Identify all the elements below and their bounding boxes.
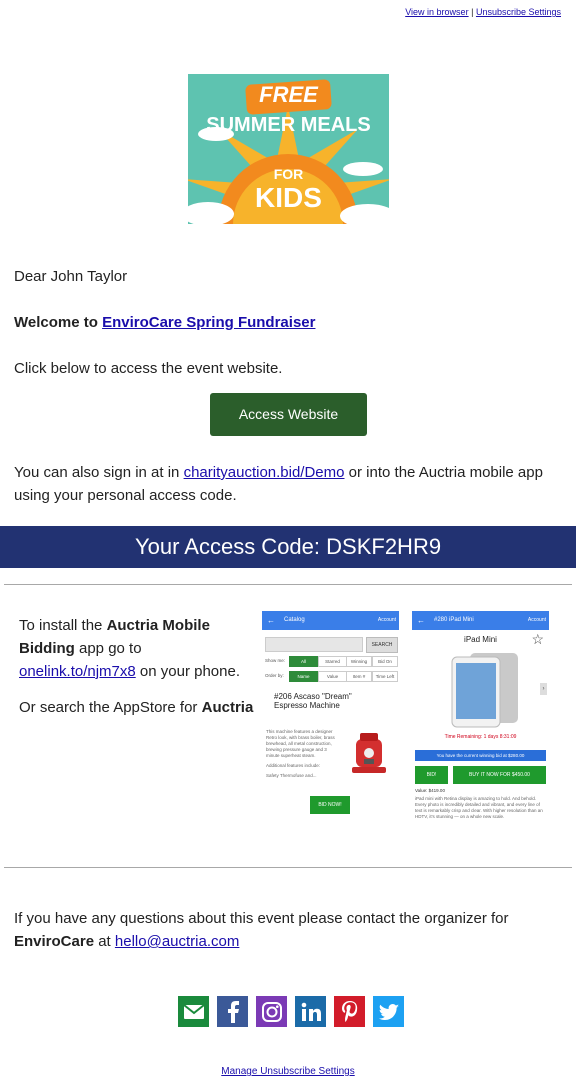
appstore-text: Or search the AppStore for xyxy=(19,699,198,716)
welcome-prefix: Welcome to xyxy=(14,314,98,331)
catalog-title: Catalog xyxy=(284,617,305,623)
welcome-line: Welcome to EnviroCare Spring Fundraiser xyxy=(14,311,315,334)
show-chip-bid-on: Bid On xyxy=(372,656,398,667)
catalog-search-field xyxy=(265,637,363,652)
catalog-screenshot: ← Catalog Account SEARCH Show me: All St… xyxy=(262,611,399,825)
banner-summer-meals: SUMMER MEALS xyxy=(206,114,371,136)
time-remaining: Time Remaining: 1 days 8:31:09 xyxy=(444,734,517,740)
charityauction-link[interactable]: charityauction.bid/Demo xyxy=(184,464,345,481)
divider-bottom xyxy=(4,867,572,868)
espresso-desc-3: Safety Thermofuse and... xyxy=(266,773,317,778)
espresso-desc-2: Additional features include: xyxy=(266,763,321,768)
chevron-right-icon: › xyxy=(540,683,547,695)
contact-text: If you have any questions about this eve… xyxy=(14,907,562,953)
install-text-b: app go to xyxy=(79,640,142,657)
ipad-item-name: iPad Mini xyxy=(464,635,497,644)
greeting: Dear John Taylor xyxy=(14,268,128,285)
show-chip-all: All xyxy=(289,656,318,667)
buy-now-button-preview: BUY IT NOW FOR $450.00 xyxy=(453,766,546,784)
banner-free: FREE xyxy=(259,82,318,107)
espresso-machine-image xyxy=(352,733,386,773)
organizer-email-link[interactable]: hello@auctria.com xyxy=(115,933,239,950)
signin-text: You can also sign in at in charityauctio… xyxy=(14,461,562,507)
ipad-description: iPad mini with Retina display is amazing… xyxy=(415,796,543,819)
unsubscribe-settings-link[interactable]: Unsubscribe Settings xyxy=(476,7,561,17)
email-icon[interactable] xyxy=(178,996,209,1027)
order-chip-item: Item # xyxy=(346,671,372,682)
click-below-text: Click below to access the event website. xyxy=(14,360,283,377)
onelink-link[interactable]: onelink.to/njm7x8 xyxy=(19,663,136,680)
back-arrow-icon: ← xyxy=(267,616,275,625)
access-code-label: Your Access Code: xyxy=(134,534,321,559)
contact-org: EnviroCare xyxy=(14,933,95,950)
bid-now-button-preview: BID NOW! xyxy=(310,796,350,814)
access-code-value: DSKF2HR9 xyxy=(326,534,442,559)
banner-for: FOR xyxy=(273,166,304,182)
ipad-title: #280 iPad Mini xyxy=(434,617,474,623)
view-in-browser-link[interactable]: View in browser xyxy=(405,7,468,17)
banner-kids: KIDS xyxy=(255,182,322,213)
ipad-mini-screenshot: ← #280 iPad Mini Account iPad Mini ☆ › T… xyxy=(412,611,549,825)
show-me-label: Show me: xyxy=(265,658,286,663)
install-text-c: on your phone. xyxy=(139,663,240,680)
ipad-image xyxy=(451,653,518,728)
contact-at: at xyxy=(98,933,111,950)
espresso-item-description: This machine features a designer Retro l… xyxy=(266,729,340,779)
footer: Manage Unsubscribe Settings xyxy=(0,1066,576,1077)
pinterest-icon[interactable] xyxy=(334,996,365,1027)
show-chip-starred: Starred xyxy=(318,656,347,667)
back-arrow-icon: ← xyxy=(417,616,425,625)
manage-unsubscribe-link[interactable]: Manage Unsubscribe Settings xyxy=(221,1066,354,1077)
order-chip-value: Value xyxy=(318,671,347,682)
top-links: View in browser | Unsubscribe Settings xyxy=(405,7,561,17)
install-instructions: To install the Auctria Mobile Bidding ap… xyxy=(19,614,261,732)
catalog-header: ← Catalog Account xyxy=(262,611,399,630)
install-text-a: To install the xyxy=(19,617,103,634)
show-chip-winning: Winning xyxy=(346,656,372,667)
facebook-icon[interactable] xyxy=(217,996,248,1027)
install-paragraph-2: Or search the AppStore for Auctria xyxy=(19,696,261,719)
contact-prefix: If you have any questions about this eve… xyxy=(14,910,509,927)
bid-button-preview: BID! xyxy=(415,766,448,784)
linkedin-icon[interactable] xyxy=(295,996,326,1027)
access-code-band: Your Access Code: DSKF2HR9 xyxy=(0,526,576,568)
social-icons xyxy=(178,996,404,1027)
espresso-desc-1: This machine features a designer Retro l… xyxy=(266,729,335,758)
order-chip-time-left: Time Left xyxy=(372,671,398,682)
order-by-label: Order by: xyxy=(265,673,284,678)
catalog-account: Account xyxy=(377,617,396,623)
summer-meals-banner: FREE SUMMER MEALS FOR KIDS xyxy=(188,74,389,224)
espresso-item-title: #206 Ascaso "Dream" Espresso Machine xyxy=(274,692,352,710)
access-website-button[interactable]: Access Website xyxy=(210,393,367,436)
ipad-account: Account xyxy=(527,617,546,623)
event-link[interactable]: EnviroCare Spring Fundraiser xyxy=(102,314,315,331)
order-chip-name: Name xyxy=(289,671,318,682)
ipad-header: ← #280 iPad Mini Account xyxy=(412,611,549,630)
ipad-value: Value: $419.00 xyxy=(415,788,445,793)
current-bid-banner: You have the current winning bid at $280… xyxy=(415,750,546,761)
catalog-search-button: SEARCH xyxy=(366,637,398,653)
signin-prefix: You can also sign in at in xyxy=(14,464,180,481)
divider-top xyxy=(4,584,572,585)
appstore-app-name: Auctria xyxy=(201,699,254,716)
install-paragraph-1: To install the Auctria Mobile Bidding ap… xyxy=(19,614,261,683)
star-icon: ☆ xyxy=(531,631,544,647)
instagram-icon[interactable] xyxy=(256,996,287,1027)
top-links-separator: | xyxy=(471,7,474,17)
twitter-icon[interactable] xyxy=(373,996,404,1027)
